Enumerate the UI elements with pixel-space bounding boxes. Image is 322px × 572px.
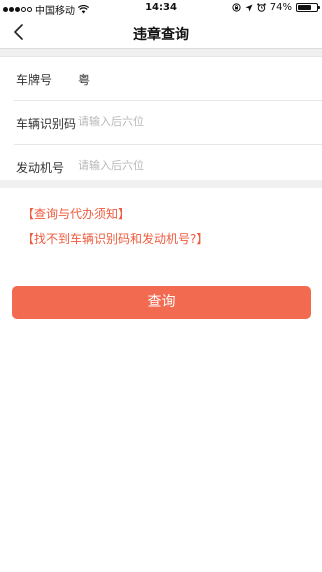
engine-label: 发动机号: [16, 161, 65, 175]
plate-label: 车牌号: [16, 73, 53, 87]
engine-input[interactable]: [78, 155, 278, 175]
location-arrow-icon: [245, 4, 253, 11]
navigation-bar: 违章查询: [0, 16, 322, 49]
query-form: 车牌号 粤 车辆识别码 发动机号: [0, 56, 322, 189]
vin-input[interactable]: [78, 111, 278, 131]
section-separator: [0, 180, 322, 188]
notice-link[interactable]: 【查询与代办须知】: [22, 205, 130, 222]
page-title: 违章查询: [133, 27, 189, 43]
status-right: 74%: [232, 2, 320, 13]
lock-rotation-icon: [232, 3, 241, 12]
query-button[interactable]: 查询: [12, 286, 311, 319]
plate-row[interactable]: 车牌号 粤: [14, 57, 322, 101]
alarm-icon: [256, 3, 266, 12]
help-link[interactable]: 【找不到车辆识别码和发动机号?】: [22, 230, 208, 247]
battery-level: [298, 5, 311, 10]
vin-label: 车辆识别码: [16, 117, 77, 131]
vin-row: 车辆识别码: [14, 101, 322, 145]
battery-icon: [296, 3, 320, 12]
section-separator: [0, 49, 322, 56]
plate-province-selector[interactable]: 粤: [78, 71, 90, 88]
status-bar: 中国移动 14:34 74%: [0, 0, 322, 17]
info-links: 【查询与代办须知】 【找不到车辆识别码和发动机号?】: [0, 188, 322, 278]
battery-percent: 74%: [269, 2, 292, 13]
